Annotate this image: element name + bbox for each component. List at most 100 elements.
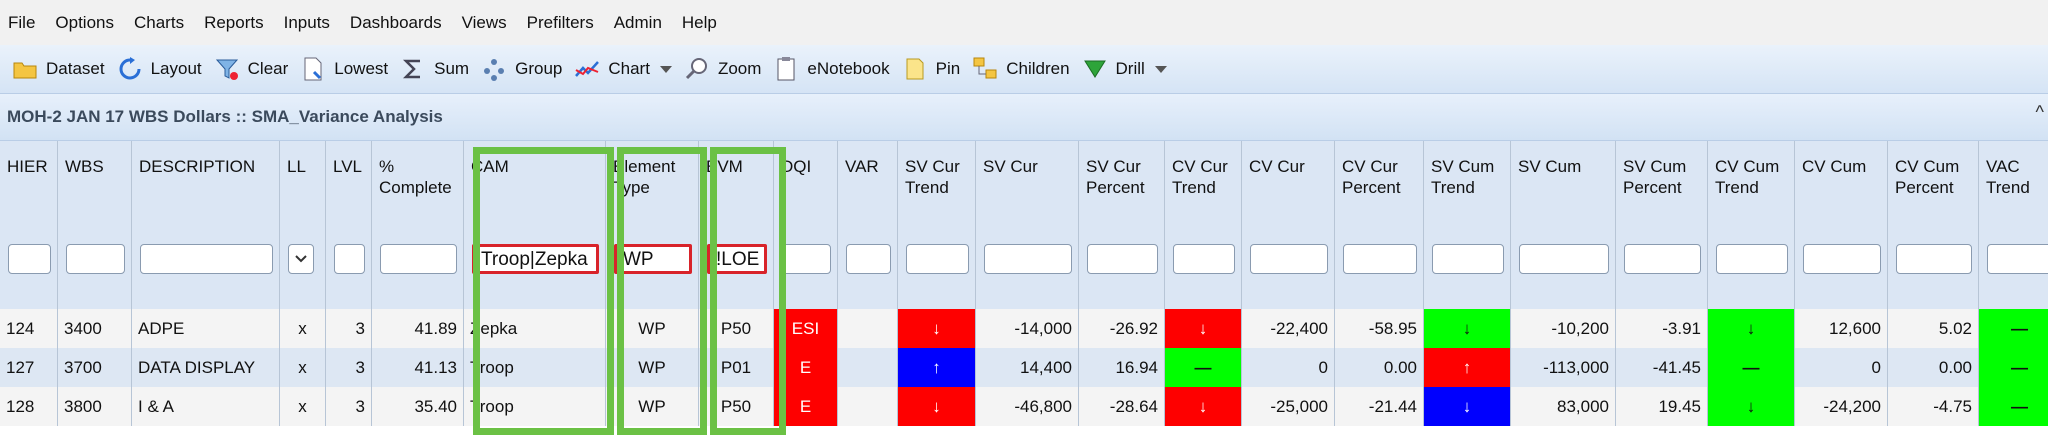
- column-header-svct[interactable]: SV Cur Trend: [898, 141, 976, 231]
- column-header-wbs[interactable]: WBS: [58, 141, 132, 231]
- column-header-vact[interactable]: VAC Trend: [1979, 141, 2048, 231]
- table-row[interactable]: 128 3800 I & Ax 3 35.40 Troop WP P50 E ↓ -46,800 -2…: [0, 387, 2048, 426]
- column-header-cvm[interactable]: CV Cum: [1795, 141, 1888, 231]
- group-button[interactable]: Group: [481, 49, 562, 89]
- cell-var: [838, 348, 898, 387]
- filter-input-pct[interactable]: [380, 244, 457, 274]
- column-header-cvcp[interactable]: CV Cur Percent: [1335, 141, 1424, 231]
- zoom-button[interactable]: Zoom: [684, 49, 761, 89]
- filter-input-vact[interactable]: [1987, 244, 2048, 274]
- enotebook-button[interactable]: eNotebook: [773, 49, 890, 89]
- drill-icon: [1083, 60, 1106, 78]
- dataset-button[interactable]: Dataset: [12, 49, 105, 89]
- filter-cell-cvct: [1165, 231, 1242, 309]
- menu-inputs[interactable]: Inputs: [284, 13, 330, 33]
- cell-evm: P50: [699, 309, 774, 348]
- column-header-evm[interactable]: EVM: [699, 141, 774, 231]
- filter-input-hier[interactable]: [8, 244, 51, 274]
- drill-button[interactable]: Drill: [1082, 49, 1167, 89]
- menu-charts[interactable]: Charts: [134, 13, 184, 33]
- filter-input-svmp[interactable]: [1624, 244, 1701, 274]
- clear-label: Clear: [247, 59, 289, 78]
- cell-etype: WP: [606, 387, 699, 426]
- column-header-svmp[interactable]: SV Cum Percent: [1616, 141, 1708, 231]
- filter-input-evm[interactable]: !LOE: [707, 244, 767, 274]
- cell-cvm: 0: [1795, 348, 1888, 387]
- cell-lvl: 3: [326, 348, 372, 387]
- column-header-cvmp[interactable]: CV Cum Percent: [1888, 141, 1979, 231]
- filter-cell-ll: [280, 231, 326, 309]
- filter-input-svm[interactable]: [1519, 244, 1609, 274]
- filter-cell-var: [838, 231, 898, 309]
- menu-help[interactable]: Help: [682, 13, 717, 33]
- filter-input-cvcp[interactable]: [1343, 244, 1417, 274]
- filter-input-cvm[interactable]: [1803, 244, 1881, 274]
- menu-views[interactable]: Views: [462, 13, 507, 33]
- column-header-cvc[interactable]: CV Cur: [1242, 141, 1335, 231]
- filter-input-cam[interactable]: Troop|Zepka: [472, 244, 599, 274]
- column-header-cvct[interactable]: CV Cur Trend: [1165, 141, 1242, 231]
- pin-button[interactable]: Pin: [902, 49, 960, 89]
- filter-input-svmt[interactable]: [1432, 244, 1504, 274]
- filter-input-dqi[interactable]: [782, 244, 831, 274]
- filter-input-etype[interactable]: WP: [614, 244, 692, 274]
- filter-input-var[interactable]: [846, 244, 891, 274]
- chevron-down-icon[interactable]: [1154, 65, 1167, 73]
- column-header-etype[interactable]: Element Type: [606, 141, 699, 231]
- sum-button[interactable]: Sum: [400, 49, 469, 89]
- menu-options[interactable]: Options: [55, 13, 114, 33]
- collapse-icon[interactable]: ^: [2036, 102, 2044, 123]
- menu-prefilters[interactable]: Prefilters: [527, 13, 594, 33]
- chart-button[interactable]: Chart: [574, 49, 672, 89]
- cell-svc: 14,400: [976, 348, 1079, 387]
- filter-input-desc[interactable]: [140, 244, 273, 274]
- filter-cell-pct: [372, 231, 464, 309]
- column-header-cvmt[interactable]: CV Cum Trend: [1708, 141, 1795, 231]
- cell-dqi: E: [774, 348, 838, 387]
- column-header-svc[interactable]: SV Cur: [976, 141, 1079, 231]
- magnifier-icon: [685, 58, 707, 80]
- chevron-down-icon[interactable]: [659, 65, 672, 73]
- cell-svmt: ↓: [1424, 309, 1511, 348]
- column-header-hier[interactable]: HIER: [0, 141, 58, 231]
- column-header-svm[interactable]: SV Cum: [1511, 141, 1616, 231]
- filter-input-cvmp[interactable]: [1896, 244, 1972, 274]
- column-header-lvl[interactable]: LVL: [326, 141, 372, 231]
- filter-input-wbs[interactable]: [66, 244, 125, 274]
- cell-cvc: 0: [1242, 348, 1335, 387]
- cell-ll: x: [280, 387, 326, 426]
- column-header-pct[interactable]: % Complete: [372, 141, 464, 231]
- cell-cvmt: —: [1708, 348, 1795, 387]
- filter-dropdown-ll[interactable]: [288, 244, 314, 274]
- layout-button[interactable]: Layout: [117, 49, 202, 89]
- filter-input-cvmt[interactable]: [1716, 244, 1788, 274]
- filter-input-lvl[interactable]: [334, 244, 365, 274]
- lowest-button[interactable]: Lowest: [300, 49, 388, 89]
- column-header-dqi[interactable]: DQI: [774, 141, 838, 231]
- cell-desc: DATA DISPLAY: [132, 348, 280, 387]
- column-header-svmt[interactable]: SV Cum Trend: [1424, 141, 1511, 231]
- column-header-cam[interactable]: CAM: [464, 141, 606, 231]
- cell-dqi: E: [774, 387, 838, 426]
- clear-button[interactable]: Clear: [214, 49, 289, 89]
- filter-input-cvc[interactable]: [1250, 244, 1328, 274]
- table-row[interactable]: 124 3400 ADPE x 3 41.89 Zepka WP P50 ESI ↓ -14,000-…: [0, 309, 2048, 348]
- column-header-svcp[interactable]: SV Cur Percent: [1079, 141, 1165, 231]
- table-row[interactable]: 127 3700 DATA DISPLAY x 3 41.13 Troop WP P01 E ↑ 14…: [0, 348, 2048, 387]
- menu-dashboards[interactable]: Dashboards: [350, 13, 442, 33]
- menu-admin[interactable]: Admin: [614, 13, 662, 33]
- menu-reports[interactable]: Reports: [204, 13, 264, 33]
- filter-input-svc[interactable]: [984, 244, 1072, 274]
- filter-input-svcp[interactable]: [1087, 244, 1158, 274]
- cell-pct: 41.89: [372, 309, 464, 348]
- sum-label: Sum: [434, 59, 470, 78]
- filter-input-cvct[interactable]: [1173, 244, 1235, 274]
- filter-cell-etype: WP: [606, 231, 699, 309]
- cell-dqi: ESI: [774, 309, 838, 348]
- column-header-var[interactable]: VAR: [838, 141, 898, 231]
- column-header-ll[interactable]: LL: [280, 141, 326, 231]
- filter-input-svct[interactable]: [906, 244, 969, 274]
- menu-file[interactable]: File: [8, 13, 35, 33]
- column-header-desc[interactable]: DESCRIPTION: [132, 141, 280, 231]
- children-button[interactable]: Children: [972, 49, 1070, 89]
